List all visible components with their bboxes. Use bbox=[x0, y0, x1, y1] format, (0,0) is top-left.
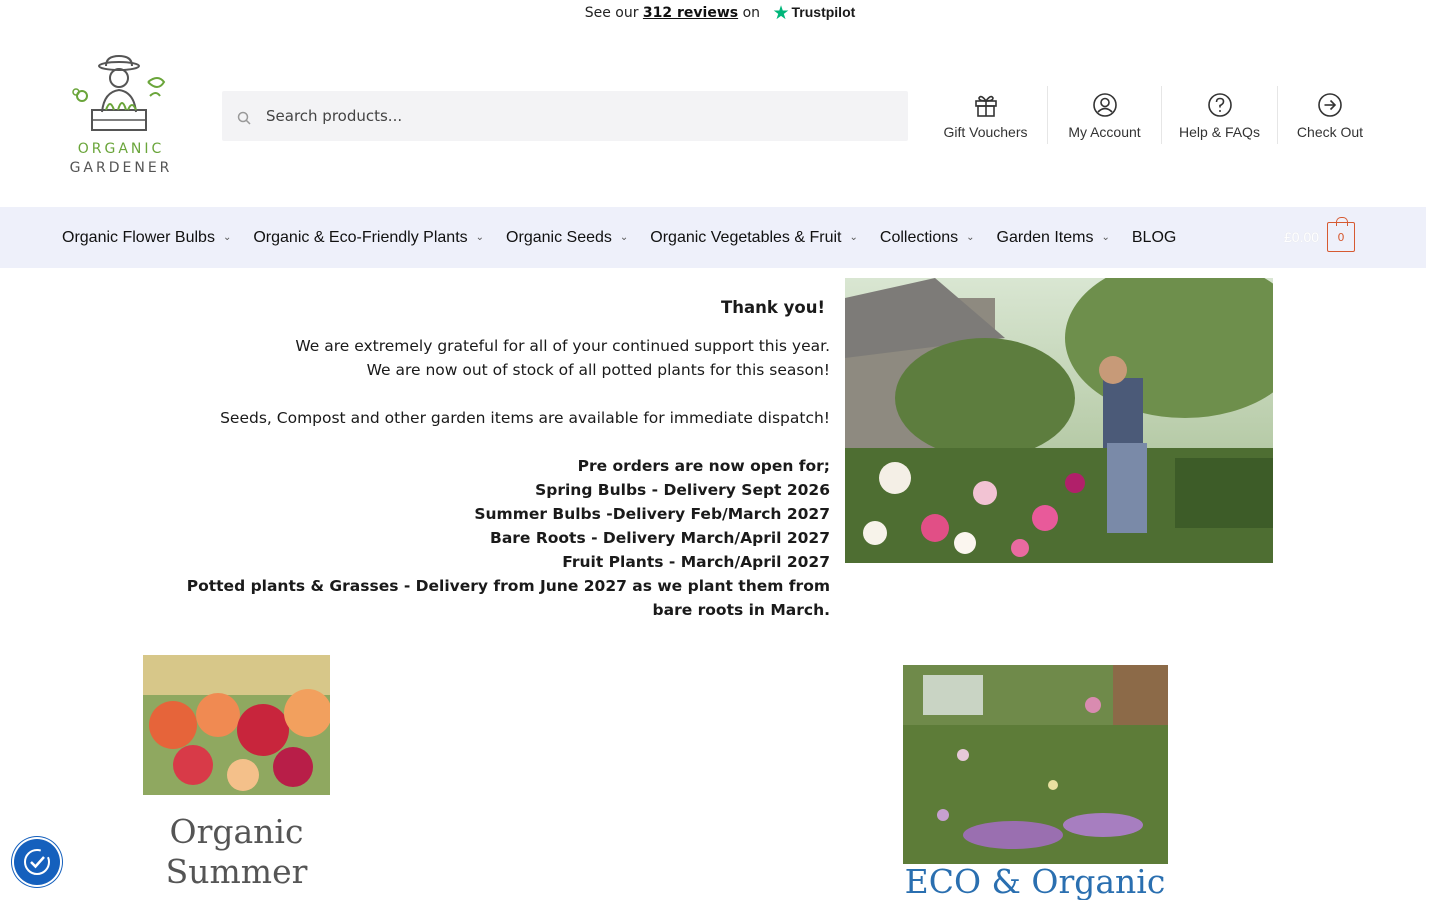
chevron-down-icon: ⌄ bbox=[1101, 232, 1110, 243]
main-navigation: Organic Flower Bulbs ⌄ Organic & Eco-Frie… bbox=[0, 207, 1426, 268]
nav-blog[interactable]: BLOG bbox=[1132, 229, 1176, 247]
trustpilot-suffix: on bbox=[742, 5, 761, 21]
gardener-photo bbox=[845, 278, 1273, 563]
nav-label: Organic Vegetables & Fruit bbox=[650, 228, 842, 246]
cart-count: 0 bbox=[1337, 230, 1345, 244]
my-account-link[interactable]: My Account bbox=[1048, 86, 1162, 144]
message-line: We are extremely grateful for all of you… bbox=[295, 337, 830, 355]
preorder-item: Bare Roots - Delivery March/April 2027 bbox=[490, 529, 830, 547]
message-line: We are now out of stock of all potted pl… bbox=[366, 361, 830, 379]
trustpilot-prefix: See our bbox=[584, 5, 639, 21]
nav-organic-seeds[interactable]: Organic Seeds ⌄ bbox=[506, 229, 628, 247]
gift-vouchers-label: Gift Vouchers bbox=[943, 124, 1028, 140]
question-icon bbox=[1207, 93, 1232, 117]
preorder-heading: Pre orders are now open for; bbox=[577, 457, 830, 475]
message-title: Thank you! bbox=[721, 298, 825, 317]
chevron-down-icon: ⌄ bbox=[619, 232, 629, 243]
nav-label: BLOG bbox=[1131, 228, 1177, 246]
accessibility-icon bbox=[24, 849, 50, 875]
site-logo[interactable]: ORGANIC GARDENER bbox=[66, 52, 176, 182]
arrow-right-circle-icon bbox=[1318, 93, 1342, 117]
nav-organic-flower-bulbs[interactable]: Organic Flower Bulbs ⌄ bbox=[62, 229, 231, 247]
nav-label: Garden Items bbox=[996, 228, 1094, 246]
preorder-item: Fruit Plants - March/April 2027 bbox=[562, 553, 830, 571]
search-bar bbox=[222, 91, 908, 141]
chevron-down-icon: ⌄ bbox=[849, 232, 858, 243]
gift-icon bbox=[974, 95, 997, 117]
gardener-logo-icon bbox=[72, 54, 166, 131]
reviews-link[interactable]: 312 reviews bbox=[643, 5, 738, 21]
user-icon bbox=[1092, 93, 1117, 117]
check-out-link[interactable]: Check Out bbox=[1278, 86, 1382, 144]
eco-organic-plants-image[interactable] bbox=[903, 665, 1168, 864]
nav-garden-items[interactable]: Garden Items ⌄ bbox=[997, 229, 1110, 247]
help-faqs-link[interactable]: Help & FAQs bbox=[1162, 86, 1278, 144]
shopping-bag-icon: 0 bbox=[1327, 217, 1356, 252]
card-title-organic-summer[interactable]: Organic Summer bbox=[143, 812, 330, 892]
cart-amount: £0.00 bbox=[1284, 229, 1320, 245]
nav-collections[interactable]: Collections ⌄ bbox=[880, 229, 975, 247]
search-input[interactable] bbox=[266, 107, 866, 125]
nav-label: Organic Flower Bulbs bbox=[62, 228, 215, 246]
nav-eco-friendly-plants[interactable]: Organic & Eco-Friendly Plants ⌄ bbox=[253, 229, 484, 247]
trustpilot-star-icon: ★ bbox=[772, 2, 790, 24]
logo-text-organic: ORGANIC bbox=[77, 141, 165, 157]
accessibility-button[interactable] bbox=[14, 839, 60, 885]
nav-vegetables-fruit[interactable]: Organic Vegetables & Fruit ⌄ bbox=[650, 229, 858, 247]
preorder-item: Potted plants & Grasses - Delivery from … bbox=[186, 577, 830, 619]
gift-vouchers-link[interactable]: Gift Vouchers bbox=[924, 86, 1048, 144]
trustpilot-bar: See our 312 reviews on ★ Trustpilot bbox=[0, 0, 1440, 26]
nav-label: Collections bbox=[879, 228, 959, 246]
summer-bulbs-image[interactable] bbox=[143, 655, 330, 795]
chevron-down-icon: ⌄ bbox=[222, 232, 232, 243]
header-links: Gift Vouchers My Account Help & FAQs Che… bbox=[924, 86, 1382, 144]
nav-label: Organic Seeds bbox=[506, 228, 612, 246]
announcement-message: Thank you! We are extremely grateful for… bbox=[150, 296, 830, 622]
trustpilot-logo[interactable]: Trustpilot bbox=[792, 4, 856, 20]
card-title-eco-organic[interactable]: ECO & Organic bbox=[880, 862, 1190, 900]
my-account-label: My Account bbox=[1068, 124, 1141, 140]
preorder-item: Spring Bulbs - Delivery Sept 2026 bbox=[535, 481, 830, 499]
check-out-label: Check Out bbox=[1296, 124, 1364, 140]
preorder-item: Summer Bulbs -Delivery Feb/March 2027 bbox=[474, 505, 830, 523]
nav-label: Organic & Eco-Friendly Plants bbox=[253, 228, 468, 246]
chevron-down-icon: ⌄ bbox=[475, 232, 485, 243]
message-line: Seeds, Compost and other garden items ar… bbox=[220, 409, 830, 427]
help-faqs-label: Help & FAQs bbox=[1179, 124, 1260, 140]
cart-button[interactable]: £0.00 0 bbox=[1284, 217, 1356, 252]
search-icon[interactable] bbox=[222, 107, 266, 125]
chevron-down-icon: ⌄ bbox=[966, 232, 975, 243]
logo-text-gardener: GARDENER bbox=[69, 160, 173, 176]
